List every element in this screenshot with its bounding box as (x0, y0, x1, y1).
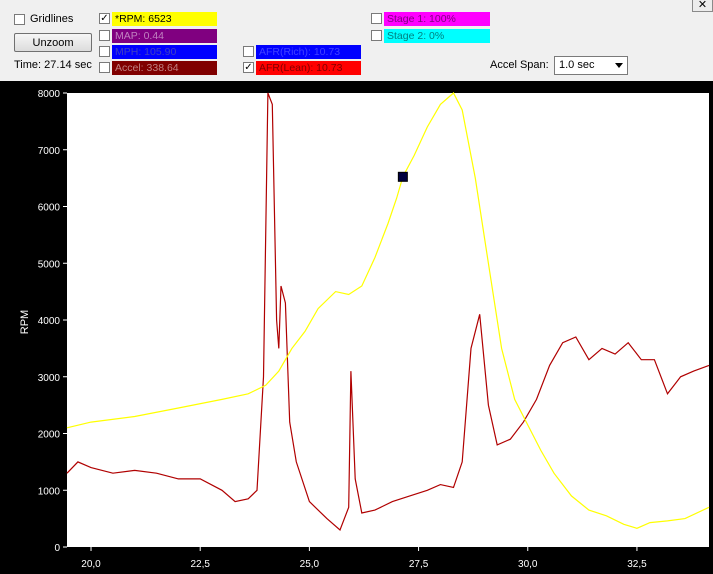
y-tick-label: 2000 (38, 430, 61, 441)
chart-canvas[interactable]: 0 1000 2000 3000 4000 5000 6000 7000 8000 20,0 22… (0, 0, 713, 574)
y-axis-label: RPM (19, 310, 31, 334)
x-tick-label: 25,0 (300, 559, 320, 570)
y-tick-label: 7000 (38, 146, 61, 157)
y-tick-label: 1000 (38, 486, 61, 497)
cursor-marker[interactable] (397, 171, 408, 182)
y-tick-label: 5000 (38, 259, 61, 270)
x-tick-label: 22,5 (190, 559, 210, 570)
y-tick-label: 3000 (38, 373, 61, 384)
x-tick-label: 20,0 (81, 559, 101, 570)
y-tick-label: 6000 (38, 203, 61, 214)
x-tick-label: 32,5 (627, 559, 647, 570)
x-tick-label: 30,0 (518, 559, 538, 570)
x-tick-label: 27,5 (409, 559, 429, 570)
y-tick-label: 4000 (38, 316, 61, 327)
y-tick-label: 8000 (38, 89, 61, 100)
plot-area[interactable] (67, 93, 709, 547)
y-tick-label: 0 (54, 543, 60, 554)
